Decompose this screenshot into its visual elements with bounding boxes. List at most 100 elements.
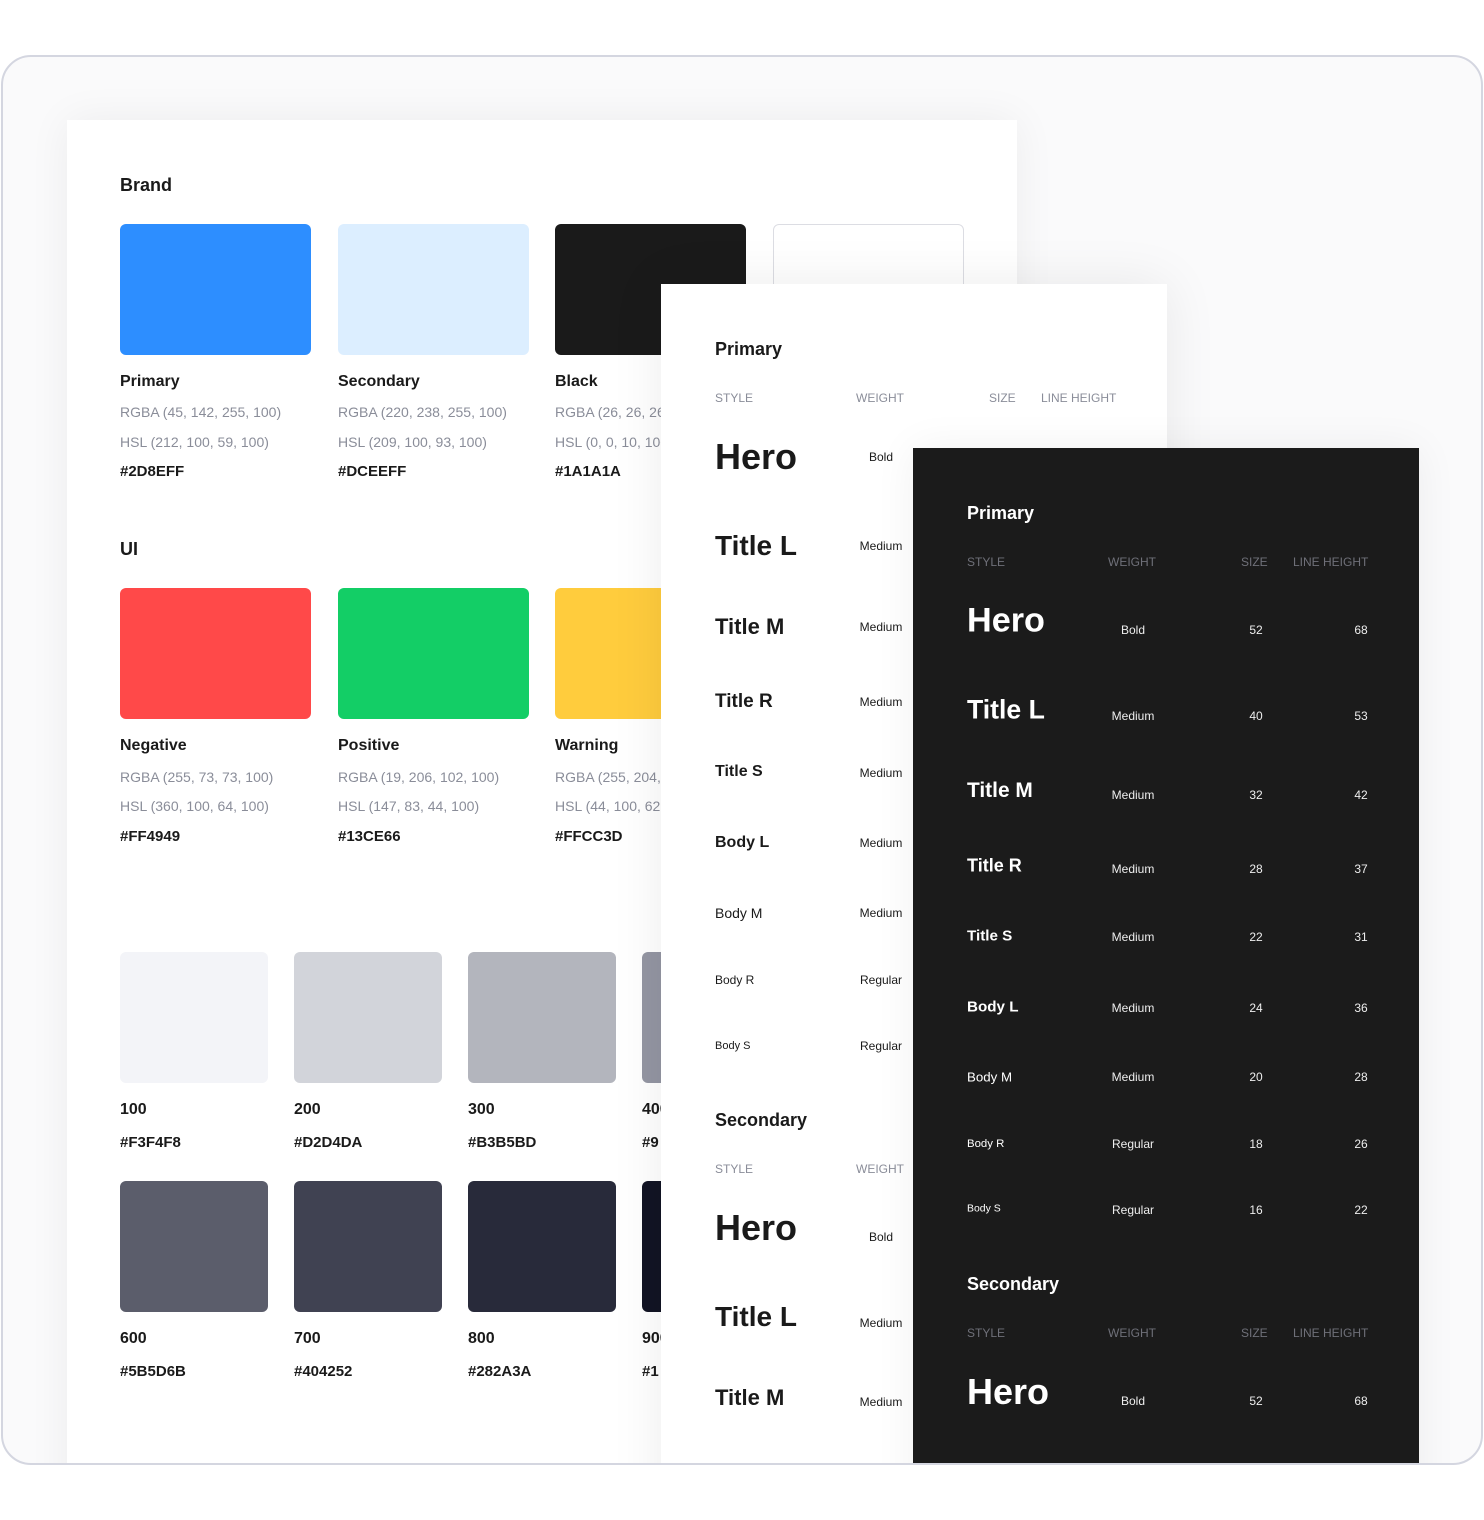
swatch-rgba: RGBA (45, 142, 255, 100) [120, 404, 282, 420]
swatch-name: 700 [294, 1330, 321, 1347]
header-style: STYLE [967, 555, 1006, 569]
neutral-swatch[interactable] [294, 1181, 442, 1312]
swatch-name: Positive [338, 737, 400, 754]
swatch-hex: #1 [642, 1363, 659, 1380]
neutral-swatch[interactable] [468, 952, 616, 1083]
type-weight: Medium [1111, 1070, 1155, 1084]
type-line-height: 26 [1354, 1137, 1368, 1151]
color-swatch[interactable] [338, 588, 529, 719]
type-line-height: 68 [1354, 623, 1368, 637]
header-style: STYLE [967, 1326, 1006, 1340]
swatch-hex: #5B5D6B [120, 1363, 186, 1380]
type-weight: Bold [868, 450, 894, 464]
type-size: 24 [1249, 1001, 1263, 1015]
swatch-hex: #DCEEFF [338, 463, 407, 480]
type-weight: Medium [859, 1316, 903, 1330]
swatch-hsl: HSL (209, 100, 93, 100) [338, 434, 487, 450]
type-weight: Medium [1111, 930, 1155, 944]
type-style-name: Title R [715, 691, 773, 712]
swatch-hex: #13CE66 [338, 828, 401, 845]
type-style-name: Body M [715, 905, 763, 921]
type-weight: Bold [1120, 623, 1146, 637]
section-title-secondary: Secondary [715, 1110, 808, 1130]
type-weight: Regular [1111, 1137, 1155, 1151]
neutral-swatch[interactable] [468, 1181, 616, 1312]
section-title-ui: UI [120, 539, 138, 559]
header-line-height: LINE HEIGHT [1293, 555, 1369, 569]
type-style-name: Title L [715, 530, 797, 561]
type-style-name: Title L [967, 694, 1045, 725]
header-size: SIZE [1241, 555, 1268, 569]
type-size: 52 [1249, 1394, 1263, 1408]
type-size: 18 [1249, 1137, 1263, 1151]
type-style-name: Title R [967, 855, 1022, 876]
color-swatch[interactable] [338, 224, 529, 355]
swatch-name: Secondary [338, 373, 420, 390]
swatch-name: Primary [120, 373, 180, 390]
type-line-height: 42 [1354, 788, 1368, 802]
type-weight: Medium [1111, 788, 1155, 802]
type-line-height: 22 [1354, 1203, 1368, 1217]
swatch-name: 800 [468, 1330, 495, 1347]
color-swatch[interactable] [120, 588, 311, 719]
neutral-swatch[interactable] [120, 952, 268, 1083]
type-line-height: 68 [1354, 1394, 1368, 1408]
header-size: SIZE [1241, 1326, 1268, 1340]
type-weight: Medium [859, 695, 903, 709]
type-style-name: Body R [967, 1138, 1005, 1150]
type-style-name: Body S [715, 1040, 751, 1052]
type-size: 40 [1249, 709, 1263, 723]
type-weight: Medium [859, 906, 903, 920]
swatch-hex: #404252 [294, 1363, 353, 1380]
swatch-name: Warning [555, 737, 619, 754]
header-style: STYLE [715, 391, 754, 405]
swatch-rgba: RGBA (19, 206, 102, 100) [338, 769, 500, 785]
header-style: STYLE [715, 1162, 754, 1176]
typography-panel-dark: Primary STYLE WEIGHT SIZE LINE HEIGHT Hero Bol… [913, 448, 1419, 1463]
type-line-height: 53 [1354, 709, 1368, 723]
section-title-brand: Brand [120, 175, 173, 195]
swatch-hsl: HSL (147, 83, 44, 100) [338, 798, 480, 814]
header-size: SIZE [989, 391, 1016, 405]
type-size: 52 [1249, 623, 1263, 637]
swatch-hsl: HSL (360, 100, 64, 100) [120, 798, 269, 814]
type-weight: Medium [859, 836, 903, 850]
type-style-name: Hero [715, 1207, 798, 1248]
type-weight: Medium [859, 766, 903, 780]
neutral-swatch[interactable] [120, 1181, 268, 1312]
type-style-name: Title S [715, 763, 763, 780]
type-style-name: Body R [715, 973, 755, 987]
header-weight: WEIGHT [856, 1162, 904, 1176]
swatch-hex: #F3F4F8 [120, 1134, 181, 1151]
canvas-frame: Brand Primary RGBA (45, 142, 255, 100) HSL … [1, 55, 1483, 1465]
type-line-height: 28 [1354, 1070, 1368, 1084]
neutral-swatch[interactable] [294, 952, 442, 1083]
swatch-name: Black [555, 373, 598, 390]
swatch-hex: #2D8EFF [120, 463, 185, 480]
type-weight: Medium [1111, 709, 1155, 723]
section-title-primary: Primary [967, 503, 1035, 523]
type-weight: Medium [859, 539, 903, 553]
type-style-name: Body S [967, 1203, 1001, 1215]
type-size: 28 [1249, 862, 1263, 876]
type-style-name: Body L [967, 998, 1019, 1016]
type-style-name: Body L [715, 834, 770, 851]
swatch-hex: #1A1A1A [555, 463, 621, 480]
type-style-name: Title M [715, 614, 785, 639]
type-size: 16 [1249, 1203, 1263, 1217]
color-swatch[interactable] [120, 224, 311, 355]
swatch-hex: #D2D4DA [294, 1134, 363, 1151]
section-title-secondary: Secondary [967, 1274, 1060, 1294]
type-line-height: 36 [1354, 1001, 1368, 1015]
header-weight: WEIGHT [1108, 555, 1156, 569]
type-weight: Medium [859, 620, 903, 634]
swatch-hex: #FFCC3D [555, 828, 623, 845]
swatch-name: 600 [120, 1330, 147, 1347]
type-style-name: Body M [967, 1069, 1013, 1085]
swatch-rgba: RGBA (255, 73, 73, 100) [120, 769, 274, 785]
header-weight: WEIGHT [1108, 1326, 1156, 1340]
type-style-name: Hero [715, 436, 798, 477]
swatch-hex: #FF4949 [120, 828, 181, 845]
type-weight: Medium [1111, 1001, 1155, 1015]
type-weight: Medium [1111, 862, 1155, 876]
